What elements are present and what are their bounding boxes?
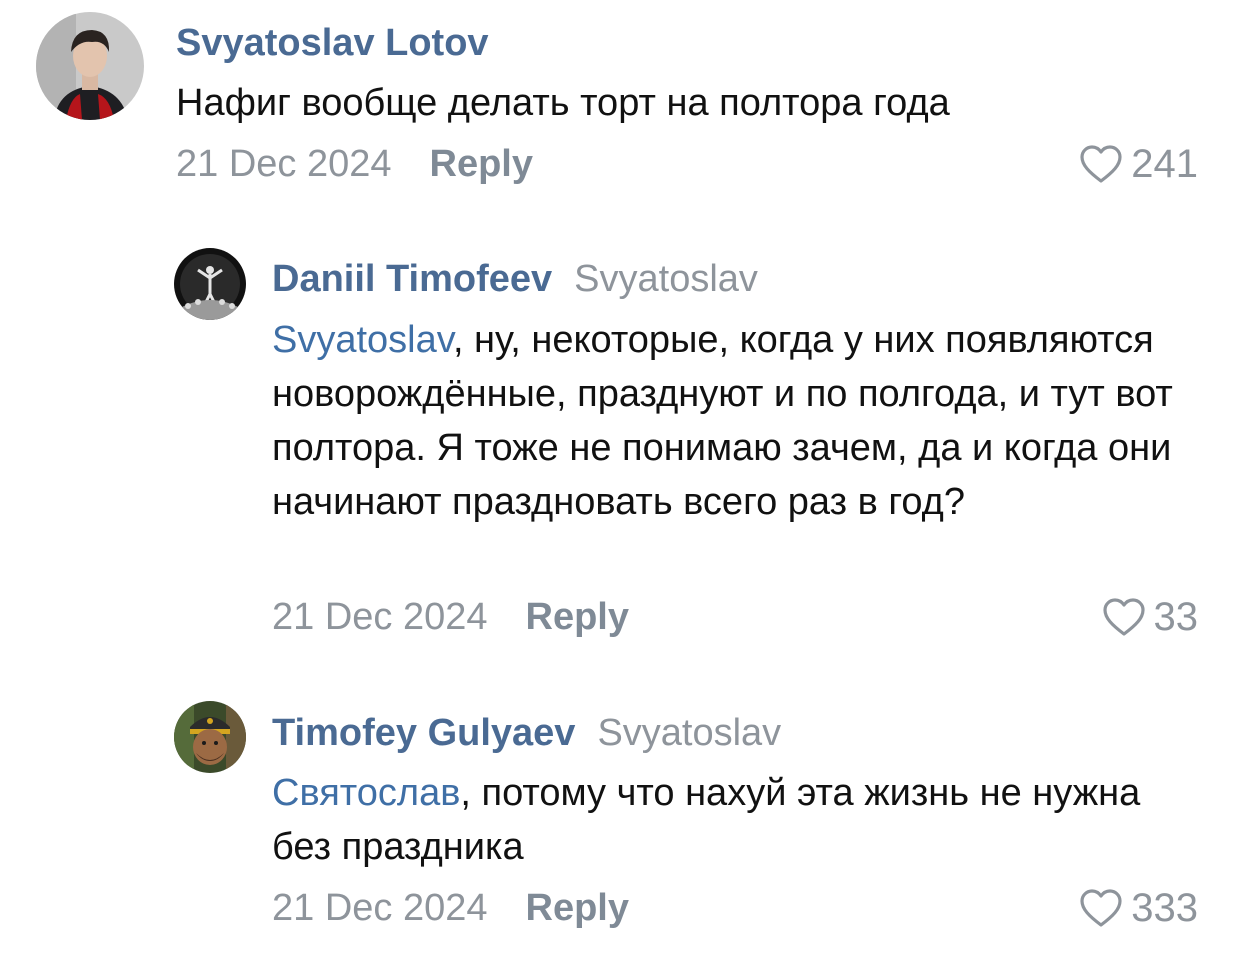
reply-button[interactable]: Reply <box>526 596 629 638</box>
avatar[interactable] <box>36 12 144 120</box>
author-line: Daniil Timofeev Svyatoslav <box>272 256 758 302</box>
author-name[interactable]: Svyatoslav Lotov <box>176 22 489 64</box>
author-line: Svyatoslav Lotov <box>176 20 489 66</box>
comment-meta: 21 Dec 2024 Reply <box>176 141 533 187</box>
author-name[interactable]: Timofey Gulyaev <box>272 712 575 754</box>
author-name[interactable]: Daniil Timofeev <box>272 258 552 300</box>
heart-outline-icon <box>1080 145 1122 183</box>
like-button[interactable]: 241 <box>1079 141 1198 187</box>
heart-outline-icon <box>1080 889 1122 927</box>
avatar-image <box>174 701 246 773</box>
avatar[interactable] <box>174 248 246 320</box>
like-count: 241 <box>1131 142 1198 186</box>
reply-button[interactable]: Reply <box>430 143 533 185</box>
like-count: 333 <box>1131 886 1198 930</box>
comment-date: 21 Dec 2024 <box>272 596 488 638</box>
avatar-image <box>174 248 246 320</box>
comment-body: Нафиг вообще делать торт на полтора года <box>176 82 950 124</box>
comment-text: Svyatoslav, ну, некоторые, когда у них п… <box>272 313 1212 529</box>
author-line: Timofey Gulyaev Svyatoslav <box>272 710 781 756</box>
like-button[interactable]: 333 <box>1079 885 1198 931</box>
comment-meta: 21 Dec 2024 Reply <box>272 885 629 931</box>
avatar[interactable] <box>174 701 246 773</box>
reply-to-name[interactable]: Svyatoslav <box>597 712 781 754</box>
heart-outline-icon <box>1102 598 1145 636</box>
comment-date: 21 Dec 2024 <box>272 887 488 929</box>
reply-button[interactable]: Reply <box>526 887 629 929</box>
reply-to-name[interactable]: Svyatoslav <box>574 258 758 300</box>
mention-link[interactable]: Svyatoslav <box>272 319 453 361</box>
like-button[interactable]: 33 <box>1102 594 1199 640</box>
comment-meta: 21 Dec 2024 Reply <box>272 594 629 640</box>
like-count: 33 <box>1153 595 1199 639</box>
avatar-image <box>36 12 144 120</box>
mention-link[interactable]: Святослав <box>272 772 460 814</box>
comment-date: 21 Dec 2024 <box>176 143 392 185</box>
comment-text: Нафиг вообще делать торт на полтора года <box>176 76 1206 130</box>
comment-text: Святослав, потому что нахуй эта жизнь не… <box>272 766 1172 874</box>
